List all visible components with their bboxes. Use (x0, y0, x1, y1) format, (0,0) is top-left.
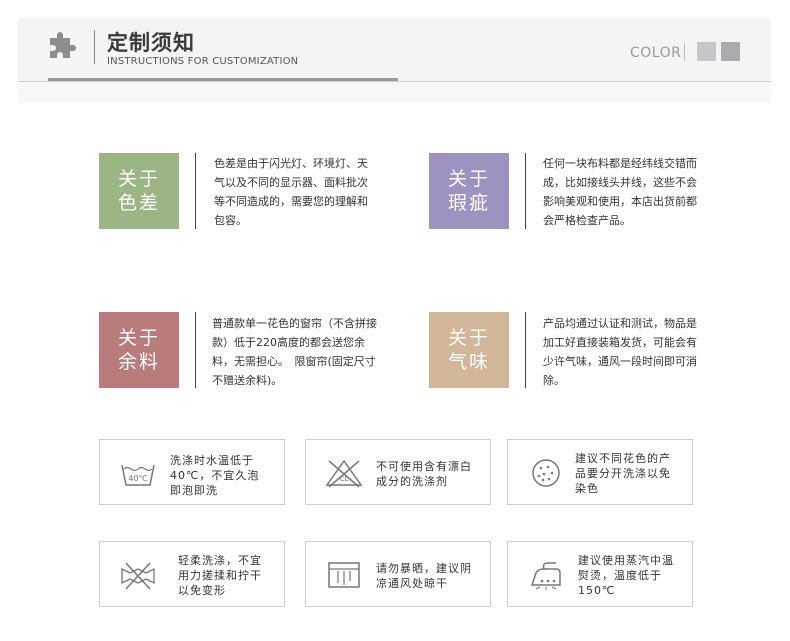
wash-temp-label: 40℃ (128, 474, 147, 483)
about-label: 关于 气味 (447, 327, 490, 373)
about-leftover-badge: 关于 余料 (99, 312, 179, 388)
about-label: 关于 余料 (117, 327, 160, 373)
care-card-wash: 40℃ 洗涤时水温低于40℃，不宜久泡即泡即洗 (99, 439, 285, 505)
about-leftover-text: 普通款单一花色的窗帘（不含拼接款）低于220高度的都会送您余料，无需担心。 限窗… (212, 317, 377, 387)
about-label: 关于 色差 (117, 168, 160, 214)
about-divider (525, 312, 526, 388)
care-text: 请勿暴晒，建议阴凉通风处晾干 (376, 562, 472, 590)
about-label: 关于 瑕疵 (447, 168, 490, 214)
puzzle-icon (50, 32, 76, 58)
care-text: 建议不同花色的产品要分开洗涤以免染色 (575, 452, 671, 495)
care-text: 建议使用蒸汽中温熨烫，温度低于150℃ (578, 554, 674, 597)
care-text: 轻柔洗涤，不宜用力搓揉和拧干以免变形 (178, 554, 262, 597)
no-bleach-icon: CL (325, 459, 363, 488)
care-card-separate: 建议不同花色的产品要分开洗涤以免染色 (507, 439, 693, 505)
about-color-diff-text: 色差是由于闪光灯、环境灯、天气以及不同的显示器、面料批次等不同造成的，需要您的理… (214, 157, 368, 227)
page-title: 定制须知 (107, 31, 195, 55)
no-wring-icon (121, 562, 155, 590)
color-swatch-dark (721, 42, 740, 61)
color-label: COLOR (630, 45, 682, 61)
about-divider (195, 312, 196, 388)
about-odor-badge: 关于 气味 (429, 312, 509, 388)
header-shadow-band (18, 81, 771, 103)
about-flaw-badge: 关于 瑕疵 (429, 153, 509, 229)
header-accent-bar (48, 78, 398, 81)
title-separator (94, 30, 95, 64)
care-card-bleach: CL 不可使用含有漂白成分的洗涤剂 (305, 439, 491, 505)
about-divider (195, 153, 196, 229)
about-flaw-text: 任何一块布料都是经纬线交错而成，比如接线头并线，这些不会影响美观和使用，本店出货… (543, 157, 697, 227)
about-odor-text: 产品均通过认证和测试，物品是加工好直接装箱发货，可能会有少许气味，通风一段时间即… (543, 317, 697, 387)
care-text: 洗涤时水温低于40℃，不宜久泡即泡即洗 (170, 454, 260, 497)
page-subtitle: INSTRUCTIONS FOR CUSTOMIZATION (107, 56, 299, 67)
color-separator (684, 43, 685, 61)
wash-40-icon: 40℃ (121, 464, 155, 486)
about-color-diff-badge: 关于 色差 (99, 153, 179, 229)
header-divider (18, 81, 771, 82)
about-divider (525, 153, 526, 229)
care-card-wring: 轻柔洗涤，不宜用力搓揉和拧干以免变形 (99, 541, 285, 607)
separate-wash-icon (532, 459, 560, 487)
color-swatch-light (697, 42, 716, 61)
shade-dry-icon (328, 562, 360, 588)
care-text: 不可使用含有漂白成分的洗涤剂 (376, 460, 472, 488)
care-card-iron: 建议使用蒸汽中温熨烫，温度低于150℃ (507, 541, 693, 607)
steam-iron-icon (530, 562, 561, 590)
care-card-dry: 请勿暴晒，建议阴凉通风处晾干 (305, 541, 491, 607)
